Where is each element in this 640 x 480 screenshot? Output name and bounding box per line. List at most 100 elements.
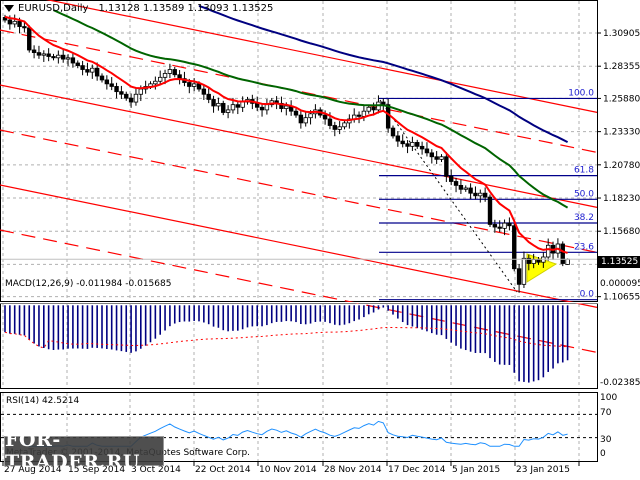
candle-bull: [463, 187, 468, 190]
candle-bear: [390, 127, 396, 137]
candle-bull: [308, 113, 313, 119]
candle-bear: [196, 83, 202, 90]
candle-bull: [240, 101, 245, 108]
ma-fast-line: [4, 15, 568, 254]
candle-bear: [70, 57, 76, 64]
price-chart[interactable]: 1.30905 1.28355 1.25880 1.23330 1.20780 1.182…: [0, 0, 640, 480]
candle-bear: [128, 97, 134, 103]
candle-bull: [521, 257, 527, 285]
candle-bear: [512, 225, 517, 270]
fib-level-label: 50.0: [574, 189, 594, 199]
candle-bull: [225, 109, 231, 113]
candle-bull: [342, 122, 347, 128]
candle-bull: [303, 117, 308, 124]
candle-bear: [172, 69, 177, 76]
candle-bear: [298, 114, 304, 124]
rsi-level-30: 30: [600, 435, 612, 445]
candle-bear: [507, 222, 512, 227]
date-axis-label: 27 Aug 2014: [4, 465, 62, 475]
ohlc-label: 1.13128 1.13589 1.13093 1.13525: [98, 3, 274, 14]
candle-bear: [211, 99, 216, 107]
channel-line: [45, 0, 598, 113]
candle-bear: [206, 93, 211, 100]
channel-line: [0, 84, 598, 208]
candle-bull: [138, 88, 143, 95]
candle-bull: [153, 80, 158, 85]
candle-bull: [361, 110, 367, 117]
candle-bull: [157, 76, 163, 82]
date-axis-label: 23 Jan 2015: [516, 465, 570, 475]
candle-bear: [405, 143, 410, 147]
last-price-tag: 1.13525: [598, 256, 640, 268]
panel-gap: [0, 302, 640, 304]
date-axis-label: 22 Oct 2014: [195, 465, 251, 475]
date-axis-label: 17 Dec 2014: [388, 465, 446, 475]
candle-bear: [293, 110, 299, 116]
date-axis-label: 5 Jan 2015: [452, 465, 501, 475]
candle-bear: [424, 148, 430, 154]
macd-histogram: [4, 305, 569, 383]
candle-bear: [444, 156, 449, 177]
candle-bull: [191, 83, 197, 87]
macd-signal-line: [4, 327, 568, 349]
candles: [2, 14, 570, 293]
candle-bear: [497, 226, 502, 229]
macd-axis-bottom: -0.023859: [600, 378, 640, 388]
candle-bear: [415, 142, 420, 147]
candle-bear: [322, 114, 328, 120]
candle-bull: [565, 258, 570, 265]
candle-bear: [327, 118, 333, 126]
candle-bear: [104, 79, 110, 85]
price-axis-label: 1.28355: [603, 62, 640, 72]
candle-bear: [468, 187, 473, 194]
ma-mid-line: [53, 9, 569, 209]
macd-label: MACD(12,26,9) -0.011984 -0.015685: [5, 279, 172, 289]
candle-bear: [17, 20, 22, 27]
candle-bear: [371, 106, 376, 111]
candle-bull: [478, 192, 483, 197]
candle-bear: [356, 114, 362, 117]
candle-bear: [94, 67, 100, 77]
candle-bull: [502, 222, 507, 229]
candle-bull: [216, 102, 221, 107]
price-axis-label: 1.15680: [603, 227, 640, 237]
candle-bear: [448, 175, 454, 182]
candle-bear: [458, 184, 464, 190]
candle-bear: [235, 104, 240, 108]
candle-bear: [75, 62, 80, 67]
candle-bear: [109, 83, 114, 87]
candle-bull: [65, 57, 71, 60]
candle-bear: [385, 104, 391, 129]
candle-bear: [536, 259, 541, 263]
candle-bull: [366, 106, 371, 112]
candle-bear: [80, 65, 85, 70]
candle-bull: [337, 126, 342, 130]
candle-bear: [119, 91, 124, 95]
candle-bear: [453, 181, 459, 186]
candle-bull: [546, 244, 551, 258]
date-axis-label: 28 Nov 2014: [324, 465, 382, 475]
price-axis-label: 1.30905: [603, 29, 640, 39]
watermark-logo: FOR-TRADER.RU: [4, 429, 164, 473]
candle-bear: [492, 224, 498, 228]
candle-bear: [560, 243, 565, 264]
candle-bear: [516, 268, 522, 285]
candle-bull: [90, 67, 95, 73]
candle-bear: [400, 140, 405, 145]
candle-bear: [124, 93, 129, 99]
candle-bear: [473, 192, 478, 197]
candle-bull: [167, 69, 173, 74]
candle-bull: [284, 105, 289, 109]
rsi-label: RSI(14) 42.5214: [6, 396, 80, 406]
candle-bear: [36, 52, 42, 56]
channel-line: [0, 184, 598, 308]
main-panel-frame: [0, 0, 598, 302]
fib-level-label: 61.8: [574, 166, 594, 176]
dropdown-triangle-icon[interactable]: [4, 5, 14, 12]
candle-bear: [31, 49, 37, 53]
candle-bear: [61, 54, 66, 60]
fib-level-label: 100.0: [568, 88, 594, 98]
date-axis-label: 3 Oct 2014: [131, 465, 181, 475]
candle-bull: [162, 73, 168, 78]
candle-bear: [201, 88, 207, 95]
